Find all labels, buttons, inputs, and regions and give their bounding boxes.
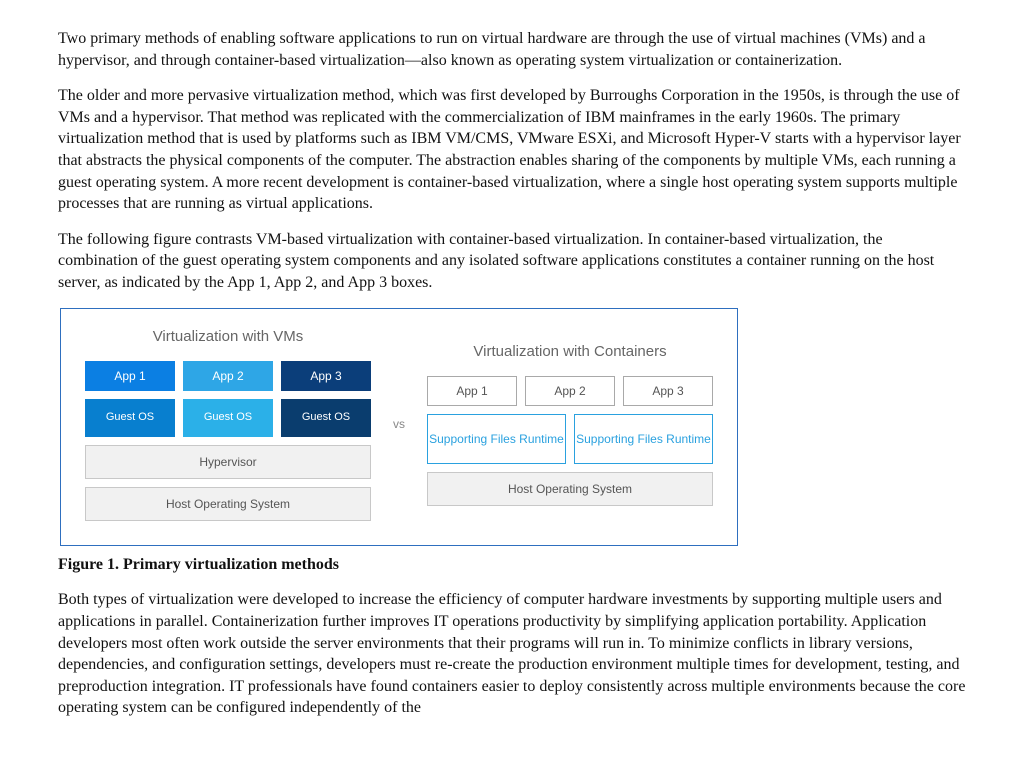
vs-label: vs bbox=[389, 416, 409, 432]
container-column-title: Virtualization with Containers bbox=[473, 342, 666, 362]
guest-os-2: Guest OS bbox=[183, 399, 273, 437]
vm-app-1: App 1 bbox=[85, 361, 175, 391]
virtualization-diagram: Virtualization with VMs App 1 App 2 App … bbox=[60, 308, 738, 546]
container-app-2: App 2 bbox=[525, 376, 615, 406]
support-files-2: Supporting Files Runtime bbox=[574, 414, 713, 464]
host-os-right: Host Operating System bbox=[427, 472, 713, 506]
support-files-1: Supporting Files Runtime bbox=[427, 414, 566, 464]
container-apps-row: App 1 App 2 App 3 bbox=[427, 376, 713, 406]
host-os-left: Host Operating System bbox=[85, 487, 371, 521]
paragraph-both-types: Both types of virtualization were develo… bbox=[58, 589, 966, 719]
figure-caption: Figure 1. Primary virtualization methods bbox=[58, 554, 966, 576]
hypervisor-box: Hypervisor bbox=[85, 445, 371, 479]
vm-column: Virtualization with VMs App 1 App 2 App … bbox=[85, 327, 371, 521]
vm-column-title: Virtualization with VMs bbox=[153, 327, 304, 347]
container-column: Virtualization with Containers App 1 App… bbox=[427, 342, 713, 506]
vm-app-2: App 2 bbox=[183, 361, 273, 391]
container-app-1: App 1 bbox=[427, 376, 517, 406]
paragraph-history: The older and more pervasive virtualizat… bbox=[58, 85, 966, 215]
guest-os-3: Guest OS bbox=[281, 399, 371, 437]
paragraph-intro: Two primary methods of enabling software… bbox=[58, 28, 966, 71]
container-app-3: App 3 bbox=[623, 376, 713, 406]
vm-guest-row: Guest OS Guest OS Guest OS bbox=[85, 399, 371, 437]
paragraph-figure-lead: The following figure contrasts VM-based … bbox=[58, 229, 966, 294]
vm-apps-row: App 1 App 2 App 3 bbox=[85, 361, 371, 391]
vm-app-3: App 3 bbox=[281, 361, 371, 391]
guest-os-1: Guest OS bbox=[85, 399, 175, 437]
support-row: Supporting Files Runtime Supporting File… bbox=[427, 414, 713, 464]
